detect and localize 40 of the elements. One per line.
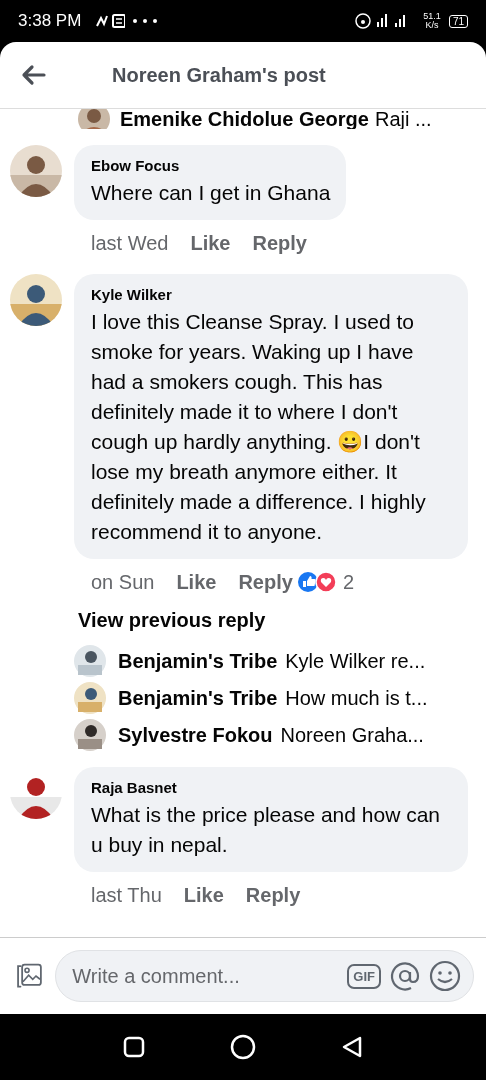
reply-preview[interactable]: How much is t... [285, 686, 428, 710]
comment-author[interactable]: Kyle Wilker [91, 286, 452, 303]
network-speed: 51.1 K/s [423, 12, 441, 30]
reaction-count[interactable]: 2 [342, 570, 354, 594]
comment-text: I love this Cleanse Spray. I used to smoke for years. Waking up I have had a smokers cough. This has definitely made it to where I don't cough up hardly anything. 😀I don't lose my breath anymore either. It definitely made a difference. I highly recommend it to anyone. [91, 309, 427, 545]
comment-text: Where can I get in Ghana [91, 180, 331, 206]
comment-time[interactable]: last Thu [91, 883, 162, 907]
reply-preview[interactable]: Raji ... [374, 109, 432, 129]
battery-indicator: 71 [448, 14, 468, 28]
comment-author[interactable]: Ebow Focus [91, 157, 331, 174]
reply-link[interactable]: Reply [245, 883, 301, 907]
post-title: Noreen Graham's post [112, 63, 326, 87]
reply-author[interactable]: Benjamin's Tribe [118, 649, 278, 673]
back-icon[interactable] [341, 1035, 364, 1059]
mention-icon[interactable] [389, 960, 421, 992]
gif-button[interactable]: GIF [347, 963, 381, 989]
emoji-icon[interactable] [429, 960, 461, 992]
home-icon[interactable] [230, 1034, 256, 1060]
notification-icons [95, 12, 126, 30]
view-previous-link[interactable]: View previous reply [78, 609, 468, 632]
like-link[interactable]: Like [176, 570, 217, 594]
reply-author[interactable]: Emenike Chidolue George [120, 109, 369, 129]
recent-apps-icon[interactable] [122, 1036, 145, 1058]
like-link[interactable]: Like [183, 883, 224, 907]
reply-link[interactable]: Reply [238, 570, 293, 594]
reply-link[interactable]: Reply [252, 231, 307, 255]
reply-author[interactable]: Sylvestre Fokou [118, 723, 273, 747]
reaction-icons[interactable] [296, 571, 339, 593]
reply-preview[interactable]: Kyle Wilker re... [285, 649, 426, 673]
comment-time[interactable]: last Wed [91, 231, 169, 255]
comment-input[interactable]: Write a comment... GIF [55, 950, 474, 1002]
more-icon [133, 19, 158, 23]
comment-author[interactable]: Raja Basnet [91, 779, 452, 796]
status-time: 3:38 PM [18, 11, 82, 31]
reply-author[interactable]: Benjamin's Tribe [118, 686, 278, 710]
comment-text: What is the price please and how can u buy in nepal. [91, 802, 442, 858]
comment-time[interactable]: on Sun [91, 570, 155, 594]
back-arrow-icon[interactable] [20, 64, 46, 86]
like-link[interactable]: Like [190, 231, 231, 255]
reply-preview[interactable]: Noreen Graha... [280, 723, 424, 747]
